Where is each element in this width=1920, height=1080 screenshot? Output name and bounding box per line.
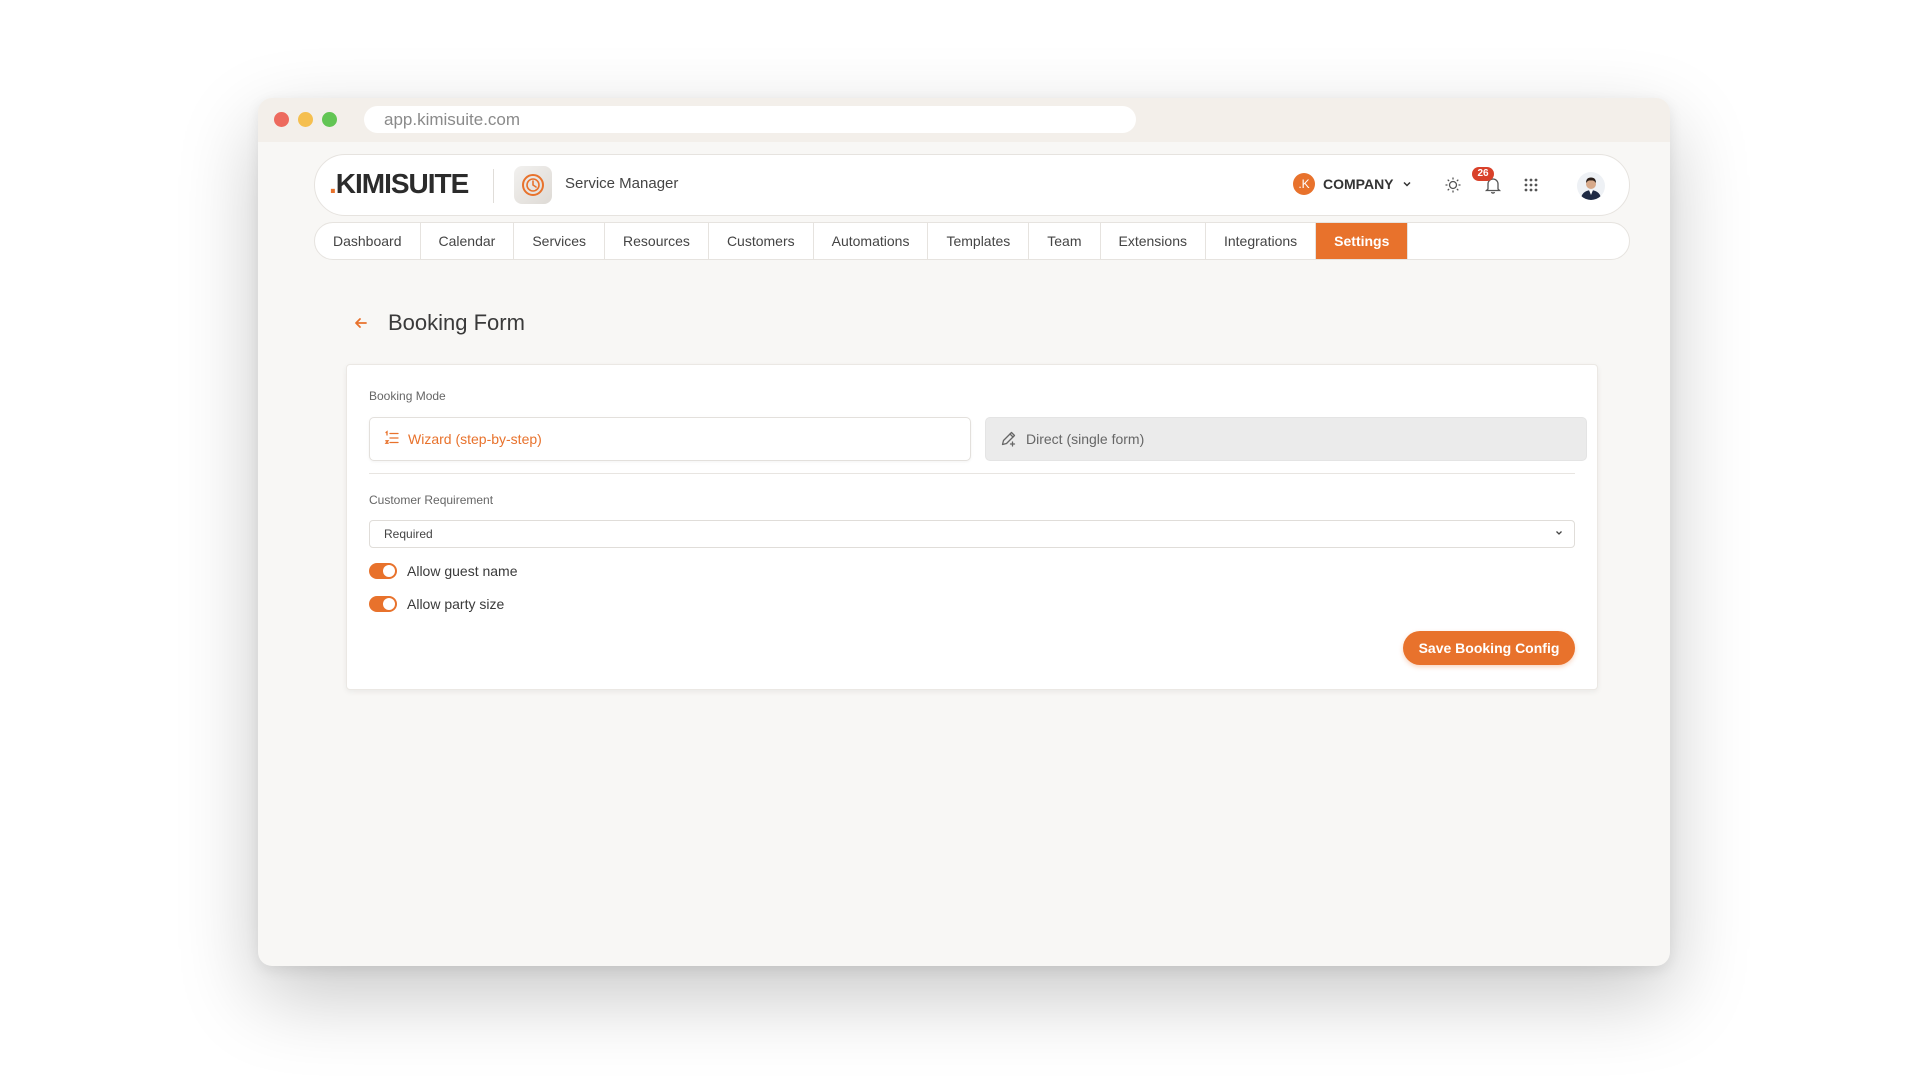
- customer-requirement-select[interactable]: Required: [369, 520, 1575, 548]
- logo-text: KIMISUITE: [335, 168, 470, 199]
- notification-count-badge: 26: [1472, 167, 1494, 181]
- address-bar[interactable]: app.kimisuite.com: [364, 106, 1136, 133]
- logo-dot: .: [329, 168, 337, 199]
- back-arrow-icon[interactable]: [350, 312, 372, 334]
- booking-mode-direct-option[interactable]: Direct (single form): [985, 417, 1587, 461]
- pencil-plus-icon: [1000, 429, 1018, 450]
- wizard-option-label: Wizard (step-by-step): [408, 431, 542, 447]
- customer-requirement-label: Customer Requirement: [369, 493, 494, 507]
- tab-templates[interactable]: Templates: [928, 223, 1030, 259]
- direct-option-label: Direct (single form): [1026, 431, 1145, 447]
- company-avatar: .K: [1293, 173, 1315, 195]
- app-header: .KIMISUITE Service Manager .K COMPANY 26: [314, 154, 1630, 216]
- tab-settings[interactable]: Settings: [1316, 223, 1409, 259]
- company-switcher[interactable]: .K COMPANY: [1293, 173, 1412, 195]
- allow-party-size-toggle[interactable]: [369, 596, 397, 612]
- booking-form-card: Booking Mode Wizard (step-by-step) Direc…: [346, 364, 1598, 690]
- tab-customers[interactable]: Customers: [709, 223, 814, 259]
- tab-extensions[interactable]: Extensions: [1101, 223, 1206, 259]
- page-header: Booking Form: [350, 310, 525, 336]
- tab-calendar[interactable]: Calendar: [421, 223, 515, 259]
- theme-toggle-sun-icon[interactable]: [1441, 173, 1465, 197]
- booking-mode-label: Booking Mode: [369, 389, 446, 403]
- browser-window: app.kimisuite.com .KIMISUITE Service Man…: [258, 98, 1670, 966]
- close-window-button[interactable]: [274, 112, 289, 127]
- tab-automations[interactable]: Automations: [814, 223, 929, 259]
- allow-guest-name-row: Allow guest name: [369, 563, 518, 579]
- apps-grid-icon[interactable]: [1519, 173, 1543, 197]
- allow-guest-name-label: Allow guest name: [407, 563, 518, 579]
- app-name: Service Manager: [565, 175, 679, 192]
- main-nav: Dashboard Calendar Services Resources Cu…: [314, 222, 1630, 260]
- user-avatar[interactable]: [1577, 172, 1605, 200]
- customer-requirement-value: Required: [384, 527, 433, 541]
- kimisuite-logo[interactable]: .KIMISUITE: [329, 168, 470, 200]
- save-booking-config-button[interactable]: Save Booking Config: [1403, 631, 1575, 665]
- toggle-knob: [383, 598, 395, 610]
- allow-party-size-label: Allow party size: [407, 596, 505, 612]
- toggle-knob: [383, 565, 395, 577]
- maximize-window-button[interactable]: [322, 112, 337, 127]
- allow-guest-name-toggle[interactable]: [369, 563, 397, 579]
- browser-titlebar: app.kimisuite.com: [258, 98, 1670, 142]
- company-label: COMPANY: [1323, 176, 1394, 192]
- tab-dashboard[interactable]: Dashboard: [315, 223, 421, 259]
- tab-team[interactable]: Team: [1029, 223, 1101, 259]
- chevron-down-icon: [1554, 521, 1564, 547]
- allow-party-size-row: Allow party size: [369, 596, 504, 612]
- section-divider: [369, 473, 1575, 474]
- tab-resources[interactable]: Resources: [605, 223, 709, 259]
- page-title: Booking Form: [388, 310, 525, 335]
- minimize-window-button[interactable]: [298, 112, 313, 127]
- chevron-down-icon: [1402, 176, 1412, 192]
- tab-integrations[interactable]: Integrations: [1206, 223, 1317, 259]
- tab-services[interactable]: Services: [514, 223, 606, 259]
- list-numbered-icon: [384, 429, 400, 449]
- booking-mode-wizard-option[interactable]: Wizard (step-by-step): [369, 417, 971, 461]
- service-manager-app-icon[interactable]: [514, 166, 552, 204]
- header-divider: [493, 169, 494, 203]
